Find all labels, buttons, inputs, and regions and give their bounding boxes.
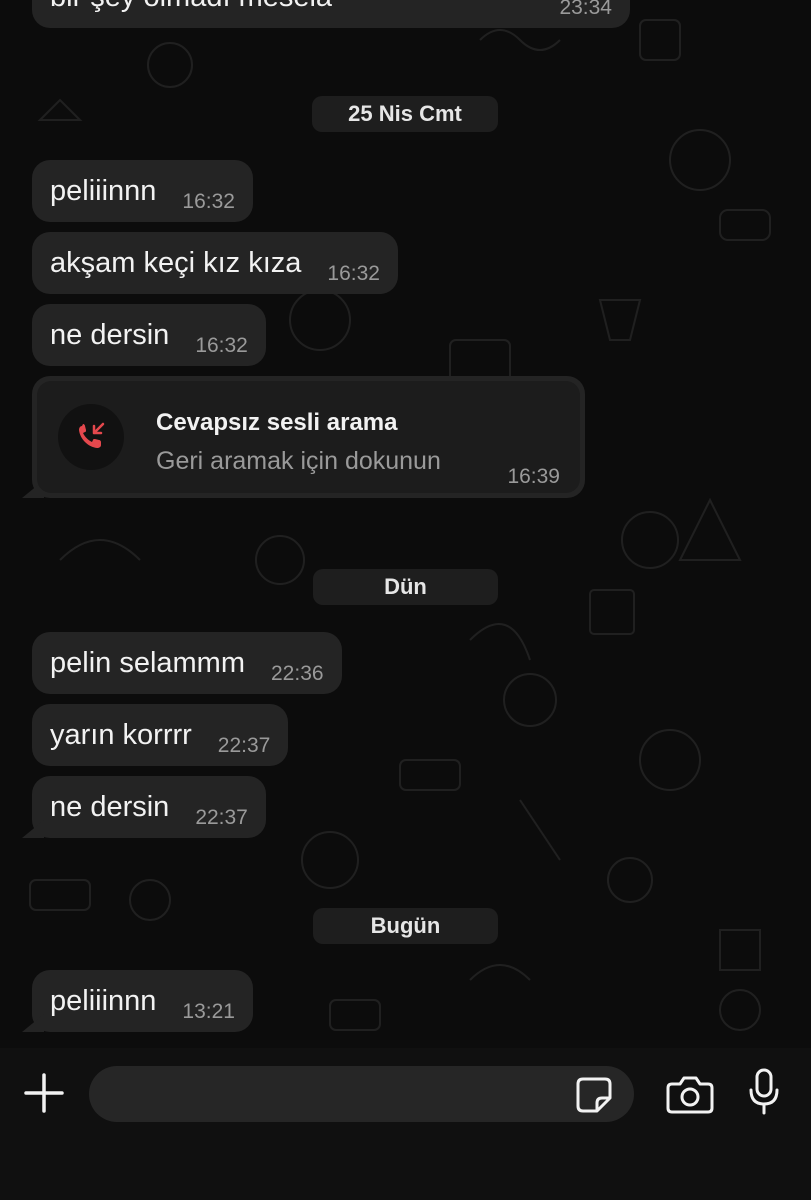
message-list[interactable]: bir şey olmadı mesela 23:34 25 Nis Cmt p…	[0, 0, 811, 1048]
message-bubble[interactable]: ne dersin 16:32	[32, 304, 266, 366]
message-time: 13:21	[182, 999, 235, 1023]
missed-call-title: Cevapsız sesli arama	[156, 409, 398, 436]
message-text: pelin selammm	[50, 646, 245, 679]
date-separator: Dün	[313, 569, 498, 605]
missed-call-icon-wrap	[58, 404, 124, 470]
message-bubble[interactable]: yarın korrrr 22:37	[32, 704, 289, 766]
message-field[interactable]	[89, 1066, 634, 1122]
message-text: bir şey olmadı mesela	[50, 0, 332, 12]
message-input[interactable]	[109, 1076, 573, 1114]
missed-call-subtitle: Geri aramak için dokunun	[156, 447, 441, 475]
message-text: peliiinnn	[50, 174, 157, 207]
missed-call-inner[interactable]: Cevapsız sesli arama Geri aramak için do…	[37, 381, 580, 493]
message-text: peliiinnn	[50, 984, 157, 1017]
date-separator: 25 Nis Cmt	[312, 96, 498, 132]
missed-call-card[interactable]: Cevapsız sesli arama Geri aramak için do…	[32, 376, 585, 498]
message-bubble[interactable]: pelin selammm 22:36	[32, 632, 342, 694]
date-label: Dün	[384, 574, 427, 599]
missed-call-time: 16:39	[507, 465, 560, 488]
microphone-icon[interactable]	[748, 1068, 780, 1116]
plus-icon[interactable]	[22, 1071, 66, 1115]
message-text: ne dersin	[50, 790, 170, 823]
message-time: 16:32	[327, 261, 380, 285]
message-time: 16:32	[182, 189, 235, 213]
message-text: akşam keçi kız kıza	[50, 246, 302, 279]
message-time: 22:37	[217, 733, 271, 757]
date-label: 25 Nis Cmt	[348, 101, 462, 126]
missed-call-icon	[79, 422, 105, 448]
date-label: Bugün	[370, 913, 441, 938]
message-bubble[interactable]: peliiinnn 16:32	[32, 160, 253, 222]
message-text: yarın korrrr	[50, 718, 192, 751]
message-time: 23:34	[559, 0, 612, 19]
message-time: 16:32	[195, 333, 248, 357]
message-bubble[interactable]: peliiinnn 13:21	[32, 970, 253, 1032]
message-time: 22:37	[195, 805, 248, 829]
message-text: ne dersin	[50, 318, 170, 351]
message-bubble[interactable]: akşam keçi kız kıza 16:32	[32, 232, 398, 294]
camera-icon[interactable]	[666, 1074, 714, 1114]
message-bubble[interactable]: bir şey olmadı mesela 23:34	[32, 0, 630, 28]
date-separator: Bugün	[313, 908, 498, 944]
message-time: 22:36	[271, 661, 324, 685]
message-input-bar	[0, 1048, 811, 1200]
chat-screen: bir şey olmadı mesela 23:34 25 Nis Cmt p…	[0, 0, 811, 1200]
sticker-icon[interactable]	[575, 1076, 613, 1114]
message-bubble[interactable]: ne dersin 22:37	[32, 776, 266, 838]
